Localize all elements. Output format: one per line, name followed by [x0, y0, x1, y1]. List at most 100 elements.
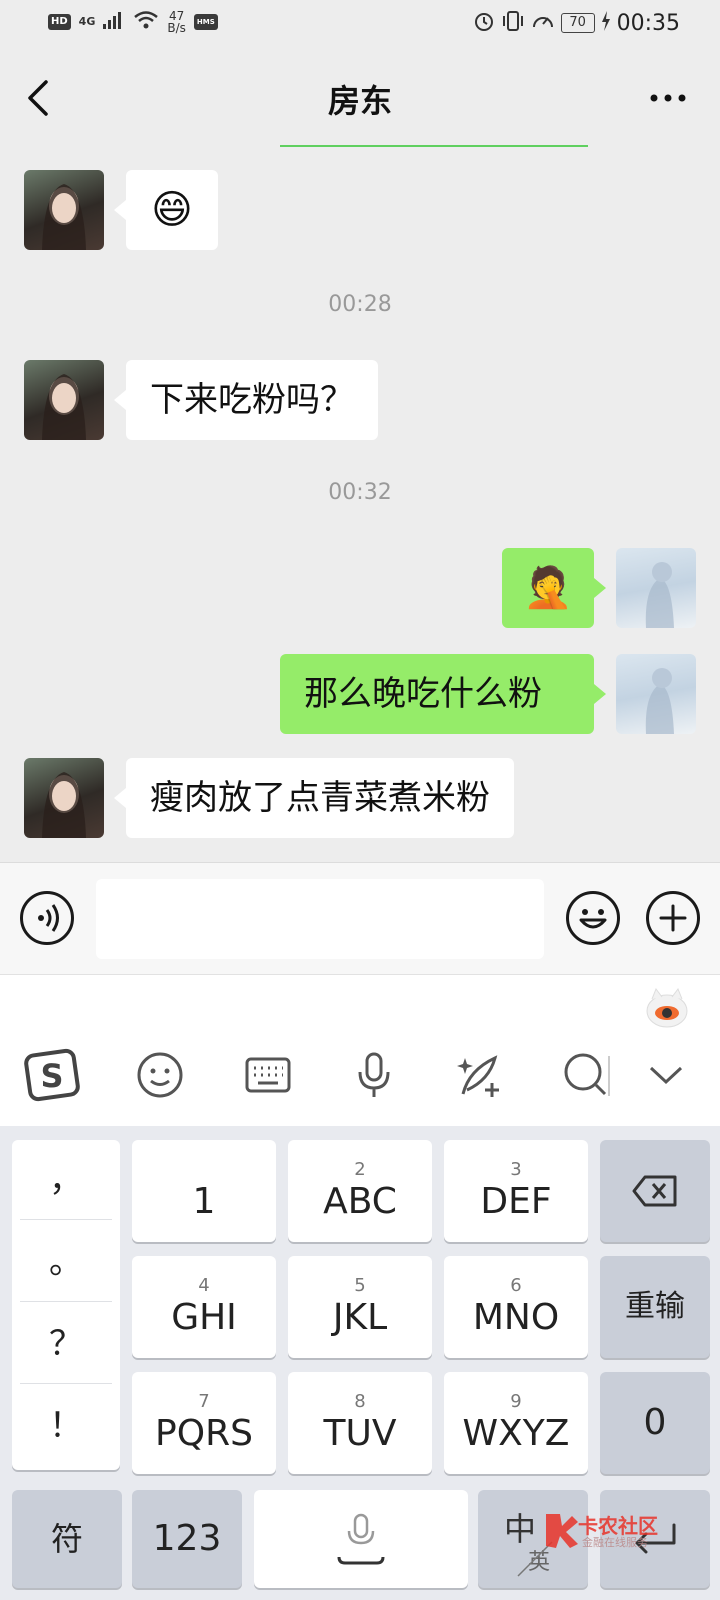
key-abc[interactable]: 2 ABC — [288, 1140, 432, 1242]
voice-icon — [38, 904, 59, 932]
key-number: 7 — [198, 1391, 210, 1412]
title-underline — [280, 145, 588, 147]
backspace-key[interactable] — [600, 1140, 710, 1242]
alarm-icon — [473, 10, 495, 36]
voice-toggle-button[interactable] — [20, 891, 74, 945]
key-tuv[interactable]: 8 TUV — [288, 1372, 432, 1474]
message-bubble-incoming[interactable]: 瘦肉放了点青菜煮米粉 — [114, 758, 514, 838]
contact-avatar-image — [42, 772, 86, 838]
key-label: PQRS — [155, 1413, 253, 1454]
symbols-label: 符 — [50, 1520, 83, 1558]
keyboard-switch-button[interactable] — [240, 1047, 296, 1103]
message-timestamp: 00:28 — [328, 292, 392, 317]
charging-icon — [601, 11, 611, 35]
page-title: 房东 — [327, 82, 392, 120]
key-number: 8 — [354, 1391, 366, 1412]
punct-key-comma[interactable]: ， — [20, 1140, 112, 1220]
key-number: 2 — [354, 1159, 366, 1180]
space-mic-icon — [337, 1513, 385, 1565]
key-label: 0 — [643, 1402, 667, 1443]
message-bubble-incoming[interactable]: 下来吃粉吗？ — [114, 360, 378, 440]
avatar[interactable] — [616, 548, 696, 628]
network-type: 4G — [78, 15, 96, 28]
wifi-icon — [133, 10, 159, 34]
ime-mascot-button[interactable] — [644, 985, 690, 1031]
message-timestamp: 00:32 — [328, 480, 392, 505]
avatar[interactable] — [24, 360, 104, 440]
status-bar: HD 4G 47 B/s HMS 70 00:35 — [0, 0, 720, 50]
key-label: WXYZ — [462, 1413, 570, 1454]
key-label: 1 — [192, 1181, 216, 1222]
punct-key-question[interactable]: ？ — [20, 1304, 112, 1384]
key-mno[interactable]: 6 MNO — [444, 1256, 588, 1358]
key-number: 5 — [354, 1275, 366, 1296]
reinput-key[interactable]: 重输 — [600, 1256, 710, 1358]
key-label: GHI — [171, 1297, 237, 1338]
message-bubble-incoming[interactable]: 😄 — [114, 170, 218, 250]
input-bar — [0, 862, 720, 974]
emoji-button[interactable] — [566, 891, 620, 945]
keyboard-icon — [245, 1057, 291, 1093]
sogou-logo-icon: S — [24, 1048, 80, 1102]
status-left: HD 4G 47 B/s HMS — [48, 10, 218, 34]
net-speed: 47 B/s — [167, 10, 186, 34]
grin-emoji: 😄 — [151, 187, 193, 233]
status-right: 70 00:35 — [473, 10, 680, 36]
message-bubble-outgoing[interactable]: 🤦 — [502, 548, 606, 628]
key-label: ABC — [323, 1181, 397, 1222]
speedometer-icon — [531, 10, 555, 36]
key-zero[interactable]: 0 — [600, 1372, 710, 1474]
more-functions-button[interactable] — [646, 891, 700, 945]
status-time: 00:35 — [616, 10, 680, 36]
contact-avatar-image — [42, 374, 86, 440]
search-icon — [564, 1053, 610, 1096]
backspace-icon — [632, 1175, 677, 1207]
handwriting-button[interactable] — [452, 1047, 508, 1103]
avatar[interactable] — [616, 654, 696, 734]
smile-icon — [137, 1052, 183, 1098]
punct-key-period[interactable]: 。 — [20, 1222, 112, 1302]
key-label: DEF — [480, 1181, 552, 1222]
ime-emoji-button[interactable] — [132, 1047, 188, 1103]
key-label: TUV — [323, 1413, 397, 1454]
more-options-button[interactable] — [640, 80, 696, 116]
collapse-keyboard-button[interactable] — [638, 1047, 694, 1103]
avatar[interactable] — [24, 758, 104, 838]
voice-input-button[interactable] — [346, 1047, 402, 1103]
chat-header: 房东 — [0, 50, 720, 147]
ime-search-button[interactable] — [558, 1047, 614, 1103]
key-label: MNO — [472, 1297, 560, 1338]
numbers-key[interactable]: 123 — [132, 1490, 242, 1588]
net-speed-unit: B/s — [167, 21, 186, 35]
punctuation-column[interactable]: ， 。 ？ ！ — [12, 1140, 120, 1470]
emoji-icon — [579, 909, 607, 929]
keyboard: ， 。 ？ ！ 1 2 ABC 3 DEF 4 GHI 5 JKL 6 MNO … — [0, 1126, 720, 1600]
key-number: 3 — [510, 1159, 522, 1180]
battery-indicator: 70 — [560, 13, 595, 33]
signal-icon — [103, 10, 125, 34]
avatar[interactable] — [24, 170, 104, 250]
handwriting-icon — [457, 1055, 499, 1097]
self-avatar-image — [645, 668, 674, 734]
key-number: 9 — [510, 1391, 522, 1412]
more-dots-icon — [650, 94, 686, 102]
ime-toolbar: S — [0, 974, 720, 1126]
watermark-logo-icon — [546, 1514, 578, 1548]
numbers-label: 123 — [152, 1518, 222, 1559]
key-wxyz[interactable]: 9 WXYZ — [444, 1372, 588, 1474]
key-number: 6 — [510, 1275, 522, 1296]
message-input[interactable] — [96, 879, 544, 959]
plus-icon — [659, 904, 687, 932]
symbols-key[interactable]: 符 — [12, 1490, 122, 1588]
contact-avatar-image — [42, 184, 86, 250]
punct-key-exclaim[interactable]: ！ — [20, 1386, 112, 1466]
sogou-logo-button[interactable]: S — [24, 1047, 80, 1103]
key-ghi[interactable]: 4 GHI — [132, 1256, 276, 1358]
message-bubble-outgoing[interactable]: 那么晚吃什么粉 — [280, 654, 606, 734]
space-key[interactable] — [254, 1490, 468, 1588]
self-avatar-image — [645, 562, 674, 628]
key-def[interactable]: 3 DEF — [444, 1140, 588, 1242]
key-pqrs[interactable]: 7 PQRS — [132, 1372, 276, 1474]
key-1[interactable]: 1 — [132, 1140, 276, 1242]
key-jkl[interactable]: 5 JKL — [288, 1256, 432, 1358]
